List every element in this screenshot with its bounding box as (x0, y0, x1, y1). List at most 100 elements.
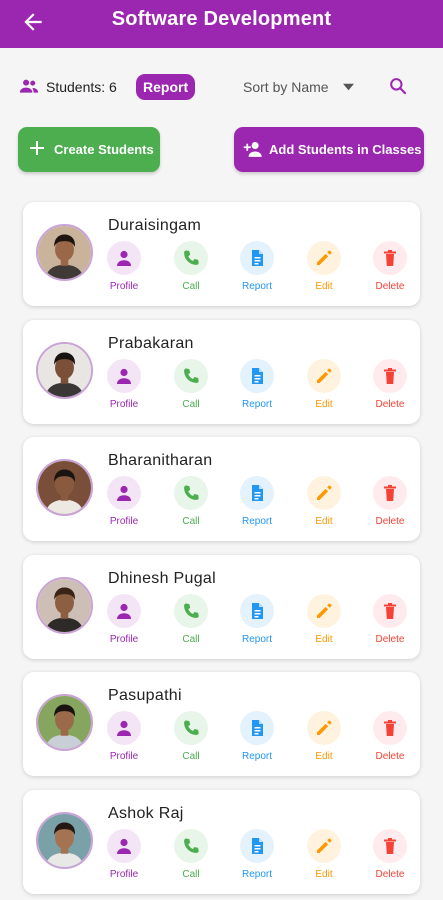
phone-icon (174, 359, 208, 393)
avatar[interactable] (36, 224, 93, 281)
report-action-button[interactable]: Report (232, 829, 282, 885)
call-action-button[interactable]: Call (166, 829, 216, 885)
report-label: Report (241, 516, 272, 527)
student-name: Ashok Raj (108, 805, 184, 822)
profile-action-button[interactable]: Profile (99, 476, 149, 532)
delete-action-button[interactable]: Delete (365, 476, 415, 532)
report-action-button[interactable]: Report (232, 241, 282, 297)
edit-action-button[interactable]: Edit (299, 359, 349, 415)
delete-action-button[interactable]: Delete (365, 829, 415, 885)
avatar[interactable] (36, 694, 93, 751)
document-icon (240, 241, 274, 275)
document-icon (240, 594, 274, 628)
trash-icon (373, 241, 407, 275)
app-bar: Software Development (0, 0, 443, 48)
edit-action-button[interactable]: Edit (299, 829, 349, 885)
person-icon (107, 359, 141, 393)
profile-label: Profile (109, 634, 139, 645)
edit-label: Edit (315, 399, 333, 410)
student-name: Dhinesh Pugal (108, 570, 216, 587)
profile-action-button[interactable]: Profile (99, 359, 149, 415)
student-card[interactable]: Pasupathi Profile Call Report Edit Delete (23, 672, 420, 776)
delete-action-button[interactable]: Delete (365, 359, 415, 415)
report-label: Report (241, 399, 272, 410)
edit-action-button[interactable]: Edit (299, 476, 349, 532)
student-card[interactable]: Bharanitharan Profile Call Report Edit Delete (23, 437, 420, 541)
profile-action-button[interactable]: Profile (99, 241, 149, 297)
pencil-icon (307, 359, 341, 393)
phone-icon (174, 476, 208, 510)
profile-action-button[interactable]: Profile (99, 711, 149, 767)
edit-action-button[interactable]: Edit (299, 241, 349, 297)
avatar[interactable] (36, 459, 93, 516)
call-action-button[interactable]: Call (166, 711, 216, 767)
pencil-icon (307, 829, 341, 863)
avatar[interactable] (36, 812, 93, 869)
call-label: Call (182, 634, 200, 645)
call-label: Call (182, 399, 200, 410)
trash-icon (373, 711, 407, 745)
document-icon (240, 476, 274, 510)
pencil-icon (307, 241, 341, 275)
add-students-in-classes-button[interactable]: Add Students in Classes (234, 127, 424, 172)
delete-label: Delete (375, 281, 405, 292)
profile-action-button[interactable]: Profile (99, 594, 149, 650)
students-count: Students: 6 (46, 79, 117, 95)
call-label: Call (182, 516, 200, 527)
call-action-button[interactable]: Call (166, 476, 216, 532)
delete-action-button[interactable]: Delete (365, 711, 415, 767)
report-button[interactable]: Report (136, 74, 196, 100)
report-label: Report (241, 281, 272, 292)
report-label: Report (241, 869, 272, 880)
phone-icon (174, 594, 208, 628)
edit-action-button[interactable]: Edit (299, 594, 349, 650)
report-action-button[interactable]: Report (232, 711, 282, 767)
create-students-button[interactable]: Create Students (18, 127, 160, 172)
report-label: Report (241, 751, 272, 762)
person-icon (107, 241, 141, 275)
edit-action-button[interactable]: Edit (299, 711, 349, 767)
delete-action-button[interactable]: Delete (365, 594, 415, 650)
trash-icon (373, 476, 407, 510)
students-toolbar: Students: 6 Report Sort by Name (0, 70, 443, 104)
search-icon[interactable] (388, 76, 408, 96)
student-name: Pasupathi (108, 687, 182, 704)
trash-icon (373, 829, 407, 863)
profile-label: Profile (109, 281, 139, 292)
report-action-button[interactable]: Report (232, 476, 282, 532)
profile-label: Profile (109, 399, 139, 410)
profile-label: Profile (109, 751, 139, 762)
profile-label: Profile (109, 869, 139, 880)
student-card[interactable]: Ashok Raj Profile Call Report Edit Delete (23, 790, 420, 894)
dropdown-arrow-icon[interactable] (343, 83, 354, 91)
page-title: Software Development (111, 8, 332, 30)
edit-label: Edit (315, 751, 333, 762)
document-icon (240, 829, 274, 863)
profile-action-button[interactable]: Profile (99, 829, 149, 885)
pencil-icon (307, 476, 341, 510)
report-action-button[interactable]: Report (232, 594, 282, 650)
call-action-button[interactable]: Call (166, 241, 216, 297)
document-icon (240, 711, 274, 745)
call-action-button[interactable]: Call (166, 359, 216, 415)
report-action-button[interactable]: Report (232, 359, 282, 415)
edit-label: Edit (315, 516, 333, 527)
delete-label: Delete (375, 399, 405, 410)
add-students-in-classes-label: Add Students in Classes (269, 142, 422, 157)
phone-icon (174, 711, 208, 745)
person-icon (107, 594, 141, 628)
pencil-icon (307, 711, 341, 745)
report-label: Report (241, 634, 272, 645)
delete-action-button[interactable]: Delete (365, 241, 415, 297)
person-icon (107, 711, 141, 745)
add-person-icon (243, 142, 262, 157)
student-card[interactable]: Prabakaran Profile Call Report Edit Delete (23, 320, 420, 424)
edit-label: Edit (315, 281, 333, 292)
student-card[interactable]: Duraisingam Profile Call Report Edit Delete (23, 202, 420, 306)
avatar[interactable] (36, 342, 93, 399)
avatar[interactable] (36, 577, 93, 634)
call-action-button[interactable]: Call (166, 594, 216, 650)
student-card[interactable]: Dhinesh Pugal Profile Call Report Edit Delete (23, 555, 420, 659)
sort-dropdown[interactable]: Sort by Name (243, 79, 329, 95)
delete-label: Delete (375, 634, 405, 645)
